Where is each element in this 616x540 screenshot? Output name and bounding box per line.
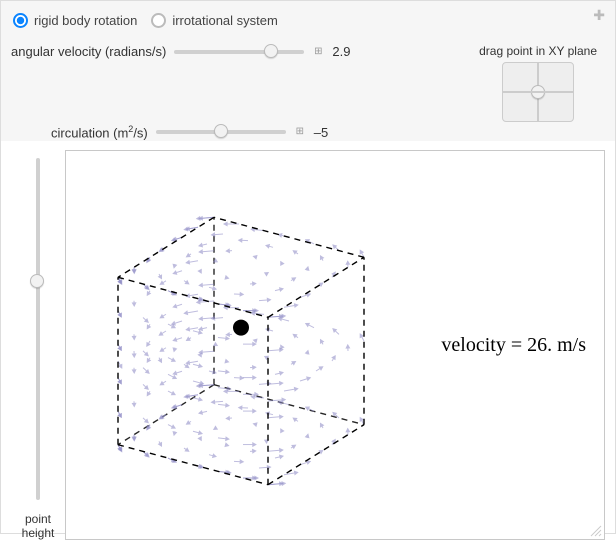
plus-icon[interactable]: ⊞ [312,46,324,58]
radio-irrotational[interactable]: irrotational system [151,13,277,28]
velocity-readout: velocity = 26. m/s [441,334,586,357]
radio-dot-icon [151,13,166,28]
radio-rigid[interactable]: rigid body rotation [13,13,137,28]
point-height-slider: point height [11,150,65,540]
controls-row-1: angular velocity (radians/s) ⊞ 2.9 drag … [11,38,605,124]
radio-label: irrotational system [172,13,277,28]
radio-dot-icon [13,13,28,28]
expand-icon[interactable]: ✚ [593,7,605,24]
locator-label: drag point in XY plane [479,44,597,58]
vslider-thumb[interactable] [30,274,44,288]
circulation-slider: circulation (m2/s) ⊞ –5 [51,124,342,140]
slider-track[interactable] [174,50,304,54]
angular-velocity-slider: angular velocity (radians/s) ⊞ 2.9 [11,44,360,59]
slider-value: –5 [314,125,342,140]
locator-pad[interactable] [502,62,574,122]
controls-row-2: circulation (m2/s) ⊞ –5 [11,124,605,142]
vslider-track[interactable] [36,158,40,499]
slider-label: circulation (m2/s) [51,124,148,140]
slider-thumb[interactable] [264,44,278,58]
resize-grip-icon[interactable] [590,525,602,537]
slider-value: 2.9 [332,44,360,59]
vslider-label: point height [22,512,55,540]
radio-label: rigid body rotation [34,13,137,28]
plot-canvas[interactable]: velocity = 26. m/s [65,150,605,540]
main-area: point height velocity = 26. m/s [11,150,605,540]
slider-thumb[interactable] [214,124,228,138]
plus-icon[interactable]: ⊞ [294,126,306,138]
locator-point[interactable] [531,85,545,99]
xy-locator: drag point in XY plane [479,44,605,122]
slider-label: angular velocity (radians/s) [11,44,166,59]
mode-radio-group: rigid body rotation irrotational system [11,9,605,38]
control-panel: ✚ rigid body rotation irrotational syste… [0,0,616,534]
slider-track[interactable] [156,130,286,134]
